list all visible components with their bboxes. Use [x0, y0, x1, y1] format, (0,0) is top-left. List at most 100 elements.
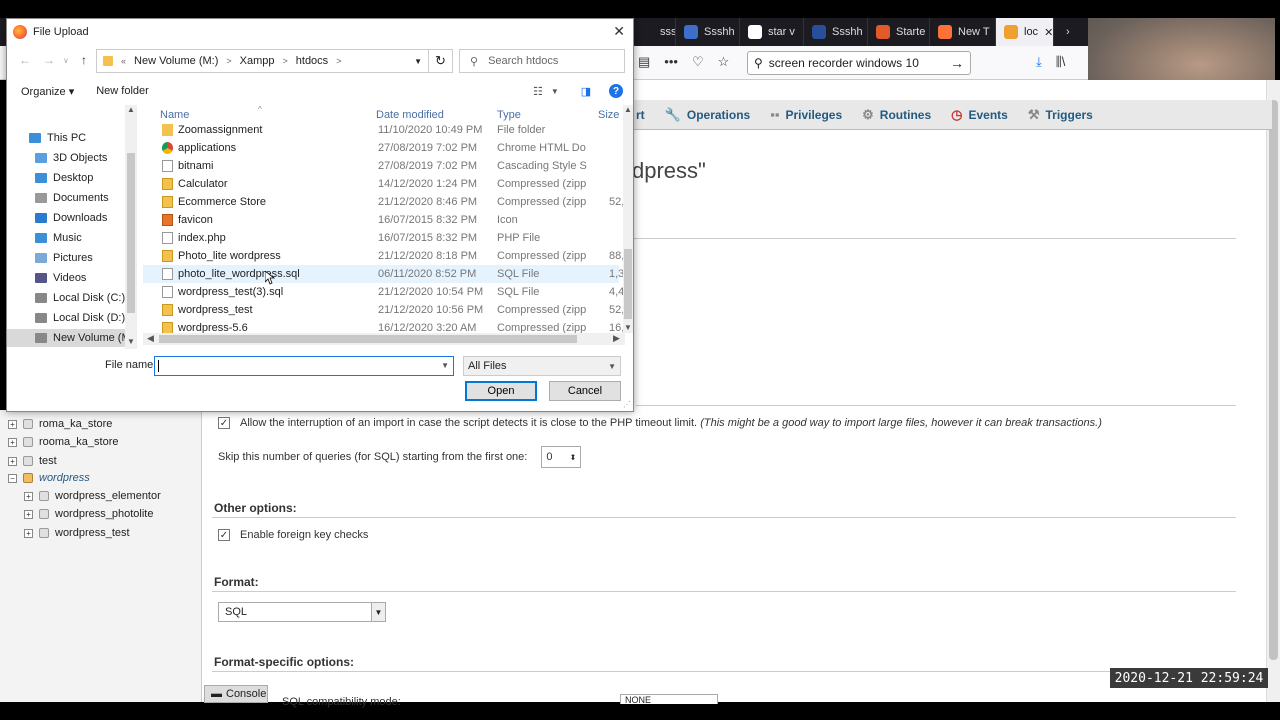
organize-button[interactable]: Organize ▾ [21, 85, 74, 98]
file-type-select[interactable]: All Files ▼ [463, 356, 621, 376]
file-row[interactable]: photo_lite_wordpress.sql 06/11/2020 8:52 … [143, 265, 624, 283]
scroll-right-icon[interactable]: ▶ [613, 333, 620, 344]
scroll-down-icon[interactable]: ▼ [624, 323, 632, 332]
browser-tab[interactable]: star v [740, 18, 804, 46]
library-icon[interactable]: ⫼\ [1056, 54, 1066, 70]
preview-pane-icon[interactable]: ◨ [581, 85, 591, 98]
scroll-up-icon[interactable]: ▲ [127, 105, 135, 114]
column-name[interactable]: Name [160, 109, 189, 121]
browser-search-box[interactable]: ⚲ screen recorder windows 10 → [747, 51, 971, 75]
column-size[interactable]: Size [598, 109, 619, 121]
browser-tab[interactable]: Starte [868, 18, 930, 46]
open-button[interactable]: Open [465, 381, 537, 401]
file-list-hscrollbar[interactable]: ◀ ▶ [143, 333, 625, 345]
expand-icon[interactable]: + [8, 437, 17, 447]
scroll-up-icon[interactable]: ▲ [624, 105, 632, 114]
close-tab-icon[interactable]: ✕ [1044, 26, 1053, 39]
file-row[interactable]: applications 27/08/2019 7:02 PM Chrome HTM… [143, 139, 619, 157]
db-tree-item[interactable]: − wordpress [8, 472, 90, 484]
tab-operations[interactable]: 🔧 Operations [665, 107, 751, 123]
go-arrow-icon[interactable]: → [950, 55, 964, 71]
breadcrumb-item[interactable]: Xampp [240, 55, 275, 67]
file-list-scrollbar[interactable]: ▲ ▼ [623, 105, 633, 333]
db-tree-item[interactable]: + roma_ka_store [8, 418, 112, 430]
help-icon[interactable]: ? [609, 84, 623, 98]
nav-item[interactable]: Documents [7, 189, 125, 207]
file-row[interactable]: wordpress_test(3).sql 21/12/2020 10:54 PM… [143, 283, 624, 301]
recent-chevron-icon[interactable]: ∨ [63, 56, 69, 65]
page-scrollbar[interactable] [1266, 80, 1280, 702]
close-icon[interactable]: ✕ [613, 23, 625, 40]
nav-item[interactable]: Local Disk (C:) [7, 289, 125, 307]
db-tree-item[interactable]: + wordpress_photolite [24, 508, 153, 520]
tab-import[interactable]: rt [636, 108, 645, 122]
db-tree-item[interactable]: + rooma_ka_store [8, 436, 119, 448]
scroll-thumb[interactable] [127, 153, 135, 313]
view-list-icon[interactable]: ☷ [533, 85, 543, 98]
allow-interruption-checkbox[interactable]: ✓ [218, 417, 230, 429]
new-folder-button[interactable]: New folder [96, 85, 149, 97]
chevron-down-icon[interactable]: ▼ [441, 361, 449, 370]
address-bar[interactable]: « New Volume (M:) > Xampp > htdocs > ▼ [96, 49, 429, 73]
scroll-thumb[interactable] [624, 249, 632, 319]
file-row[interactable]: bitnami 27/08/2019 7:02 PM Cascading Style… [143, 157, 619, 175]
refresh-icon[interactable]: ↻ [429, 49, 453, 73]
browser-tab[interactable]: Ssshh [804, 18, 868, 46]
breadcrumb-item[interactable]: New Volume (M:) [134, 55, 218, 67]
file-row[interactable]: favicon 16/07/2015 8:32 PM Icon [143, 211, 619, 229]
format-select[interactable]: SQL ▼ [218, 602, 386, 622]
nav-item[interactable]: Videos [7, 269, 125, 287]
scroll-down-icon[interactable]: ▼ [127, 337, 135, 346]
file-row[interactable]: Photo_lite wordpress 21/12/2020 8:18 PM Co… [143, 247, 630, 265]
back-arrow-icon[interactable]: ← [19, 53, 31, 67]
console-button[interactable]: ▬ Console [204, 685, 268, 703]
foreign-key-checkbox[interactable]: ✓ [218, 529, 230, 541]
nav-item[interactable]: Pictures [7, 249, 125, 267]
pocket-icon[interactable]: ♡ [692, 54, 704, 70]
file-row[interactable]: Ecommerce Store 21/12/2020 8:46 PM Compres… [143, 193, 630, 211]
nav-item[interactable]: New Volume (M:) [7, 329, 125, 347]
browser-tab[interactable]: New T [930, 18, 996, 46]
nav-scrollbar[interactable]: ▲ ▼ [125, 105, 136, 349]
nav-item[interactable]: Downloads [7, 209, 125, 227]
scroll-left-icon[interactable]: ◀ [147, 333, 154, 344]
expand-icon[interactable]: + [24, 509, 33, 519]
reader-view-icon[interactable]: ▤ [638, 54, 650, 70]
breadcrumb-item[interactable]: htdocs [296, 55, 328, 67]
cancel-button[interactable]: Cancel [549, 381, 621, 401]
tab-routines[interactable]: ⚙ Routines [862, 107, 931, 123]
tab-privileges[interactable]: ▪▪ Privileges [770, 107, 842, 122]
nav-item[interactable]: Desktop [7, 169, 125, 187]
db-tree-item[interactable]: + test [8, 455, 57, 467]
nav-item[interactable]: Music [7, 229, 125, 247]
nav-item[interactable]: Local Disk (D:) [7, 309, 125, 327]
browser-tab[interactable]: ssshh [632, 18, 676, 46]
chevron-down-icon[interactable]: ▼ [414, 57, 422, 66]
expand-icon[interactable]: + [8, 419, 17, 429]
collapse-icon[interactable]: − [8, 473, 17, 483]
db-tree-item[interactable]: + wordpress_elementor [24, 490, 161, 502]
stepper-icon[interactable]: ⬍ [570, 453, 577, 462]
tab-overflow-icon[interactable]: › [1058, 18, 1088, 46]
up-arrow-icon[interactable]: ↑ [81, 53, 87, 67]
chevron-down-icon[interactable]: ▼ [551, 87, 559, 98]
expand-icon[interactable]: + [24, 528, 33, 538]
compat-select[interactable]: NONE [620, 694, 718, 704]
nav-item[interactable]: This PC [7, 129, 125, 147]
breadcrumb-overflow-icon[interactable]: « [121, 56, 126, 66]
bookmark-star-icon[interactable]: ☆ [718, 54, 730, 70]
file-row[interactable]: index.php 16/07/2015 8:32 PM PHP File [143, 229, 619, 247]
browser-tab[interactable]: loc ✕ [996, 18, 1054, 46]
forward-arrow-icon[interactable]: → [43, 53, 55, 67]
skip-queries-input[interactable]: 0 ⬍ [541, 446, 582, 468]
column-type[interactable]: Type [497, 109, 521, 121]
db-tree-item[interactable]: + wordpress_test [24, 527, 130, 539]
file-row[interactable]: Calculator 14/12/2020 1:24 PM Compressed (… [143, 175, 619, 193]
more-icon[interactable]: ••• [664, 54, 678, 70]
download-icon[interactable]: ⤓ [1036, 54, 1042, 70]
tab-triggers[interactable]: ⚒ Triggers [1028, 107, 1093, 123]
column-date[interactable]: Date modified [376, 109, 444, 121]
dialog-search-input[interactable]: ⚲ Search htdocs [459, 49, 625, 73]
file-row[interactable]: wordpress_test 21/12/2020 10:56 PM Compres… [143, 301, 630, 319]
file-name-input[interactable]: ▼ [154, 356, 454, 376]
